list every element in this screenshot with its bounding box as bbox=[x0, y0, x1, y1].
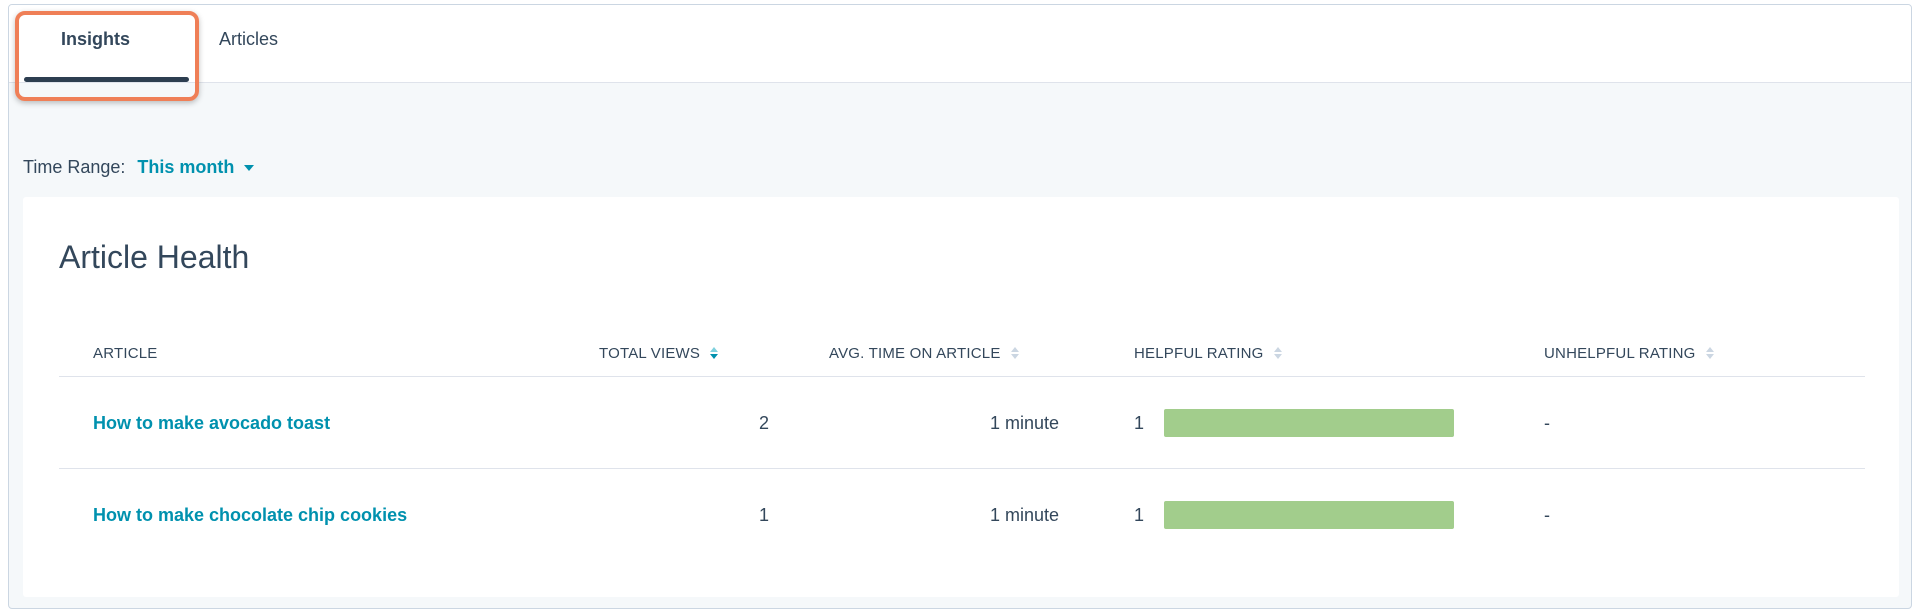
tab-bar: Insights Articles bbox=[9, 5, 1911, 101]
active-tab-indicator bbox=[24, 77, 189, 82]
tab-insights[interactable]: Insights bbox=[61, 29, 130, 65]
column-header-label: UNHELPFUL RATING bbox=[1544, 344, 1696, 362]
column-header-helpful-rating[interactable]: HELPFUL RATING bbox=[1134, 329, 1282, 377]
column-header-total-views[interactable]: TOTAL VIEWS bbox=[599, 329, 719, 377]
sort-icon[interactable] bbox=[1705, 347, 1714, 359]
caret-down-icon bbox=[244, 164, 255, 171]
article-link[interactable]: How to make avocado toast bbox=[93, 377, 330, 469]
article-link[interactable]: How to make chocolate chip cookies bbox=[93, 469, 407, 561]
table-row: How to make avocado toast 2 1 minute 1 - bbox=[59, 377, 1865, 469]
article-health-card: Article Health ARTICLE TOTAL VIEWS AVG. … bbox=[23, 197, 1899, 597]
card-title: Article Health bbox=[59, 239, 250, 275]
sort-icon[interactable] bbox=[1010, 347, 1019, 359]
column-header-unhelpful-rating[interactable]: UNHELPFUL RATING bbox=[1544, 329, 1714, 377]
tab-articles[interactable]: Articles bbox=[219, 29, 278, 65]
total-views-value: 2 bbox=[758, 412, 769, 433]
helpful-rating-cell: 1 bbox=[1134, 469, 1455, 561]
column-header-label: TOTAL VIEWS bbox=[599, 344, 701, 362]
helpful-rating-bar-fill bbox=[1164, 501, 1455, 529]
table-row: How to make chocolate chip cookies 1 1 m… bbox=[59, 469, 1865, 561]
app-frame: Insights Articles Time Range: This month… bbox=[8, 4, 1912, 609]
time-range-label: Time Range: bbox=[23, 157, 126, 177]
column-header-label: HELPFUL RATING bbox=[1134, 344, 1264, 362]
helpful-rating-bar bbox=[1164, 409, 1455, 437]
helpful-rating-bar-fill bbox=[1164, 409, 1455, 437]
helpful-rating-cell: 1 bbox=[1134, 377, 1455, 469]
helpful-rating-value: 1 bbox=[1134, 412, 1145, 433]
total-views-value: 1 bbox=[758, 504, 769, 525]
column-header-label: AVG. TIME ON ARTICLE bbox=[829, 344, 1001, 362]
sort-icon[interactable] bbox=[1273, 347, 1282, 359]
unhelpful-rating-value: - bbox=[1544, 504, 1550, 525]
column-header-label: ARTICLE bbox=[93, 344, 158, 362]
column-header-article[interactable]: ARTICLE bbox=[93, 329, 157, 377]
avg-time-value: 1 minute bbox=[989, 412, 1059, 433]
time-range-filter: Time Range: This month bbox=[23, 157, 255, 178]
sort-icon[interactable] bbox=[710, 347, 719, 359]
unhelpful-rating-value: - bbox=[1544, 412, 1550, 433]
avg-time-value: 1 minute bbox=[989, 504, 1059, 525]
time-range-value: This month bbox=[137, 157, 235, 177]
table-header: ARTICLE TOTAL VIEWS AVG. TIME ON ARTICLE… bbox=[59, 329, 1865, 377]
column-header-avg-time[interactable]: AVG. TIME ON ARTICLE bbox=[829, 329, 1019, 377]
helpful-rating-value: 1 bbox=[1134, 504, 1145, 525]
helpful-rating-bar bbox=[1164, 501, 1455, 529]
time-range-dropdown[interactable]: This month bbox=[137, 157, 255, 178]
